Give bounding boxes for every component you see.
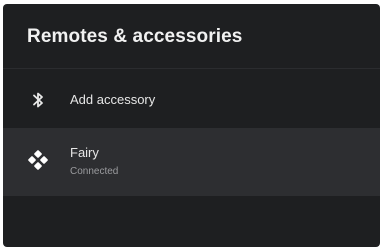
accessory-name: Fairy: [70, 145, 99, 160]
gamepad-icon: [27, 149, 49, 171]
add-accessory-item[interactable]: Add accessory: [3, 76, 380, 126]
connection-status: Connected: [70, 166, 119, 177]
page-title: Remotes & accessories: [27, 26, 243, 47]
add-accessory-label: Add accessory: [70, 92, 156, 107]
bluetooth-icon: [27, 89, 49, 111]
settings-panel: Remotes & accessories Add accessory Fair…: [3, 4, 380, 247]
header-divider: [3, 68, 380, 69]
accessory-item-fairy[interactable]: Fairy Connected: [3, 128, 380, 196]
